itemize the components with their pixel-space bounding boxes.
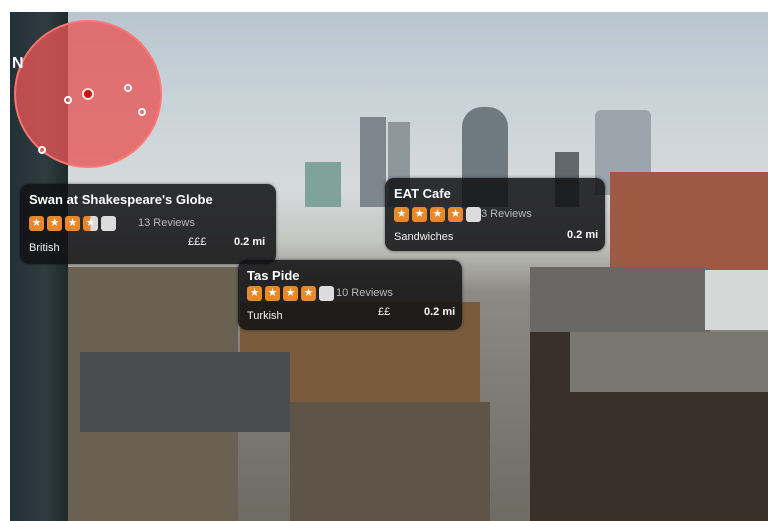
building-lower-center: [290, 402, 490, 521]
star-icon: ★: [65, 216, 80, 231]
radar-poi-marker[interactable]: [124, 84, 132, 92]
building-green: [305, 162, 341, 207]
poi-card-eat-cafe[interactable]: EAT Cafe ★ ★ ★ ★ 3 Reviews Sandwiches 0.…: [385, 178, 605, 251]
rating-stars: ★ ★ ★ ★: [29, 216, 116, 231]
radar-poi-marker[interactable]: [138, 108, 146, 116]
star-icon: ★: [247, 286, 262, 301]
distance-label: 0.2 mi: [567, 229, 599, 241]
star-icon: ★: [430, 207, 445, 222]
star-icon: ★: [301, 286, 316, 301]
star-icon: ★: [265, 286, 280, 301]
review-count: 10 Reviews: [336, 287, 393, 299]
distance-label: 0.2 mi: [234, 236, 266, 248]
poi-card-swan[interactable]: Swan at Shakespeare's Globe ★ ★ ★ ★ 13 R…: [20, 184, 276, 264]
radar-poi-marker[interactable]: [64, 96, 72, 104]
star-half-icon: ★: [83, 216, 98, 231]
building-white: [705, 270, 768, 330]
building-shard-left: [360, 117, 386, 207]
price-level: £££: [188, 236, 207, 248]
star-icon: ★: [283, 286, 298, 301]
rating-stars: ★ ★ ★ ★: [394, 207, 481, 222]
star-icon: ★: [29, 216, 44, 231]
cuisine-label: Sandwiches: [394, 231, 454, 243]
star-icon: ★: [412, 207, 427, 222]
star-icon: ★: [47, 216, 62, 231]
radar-map[interactable]: [14, 20, 162, 168]
price-level: ££: [378, 306, 391, 318]
distance-label: 0.2 mi: [424, 306, 456, 318]
star-icon: ★: [448, 207, 463, 222]
star-empty-icon: [466, 207, 481, 222]
compass-north-label: N: [12, 55, 24, 72]
cuisine-label: Turkish: [247, 310, 283, 322]
poi-name: Swan at Shakespeare's Globe: [29, 192, 213, 207]
poi-card-tas-pide[interactable]: Tas Pide ★ ★ ★ ★ 10 Reviews Turkish ££ 0…: [238, 260, 462, 330]
poi-name: EAT Cafe: [394, 186, 451, 201]
building-brick-right: [610, 172, 768, 282]
user-location-icon: [82, 88, 94, 100]
star-empty-icon: [101, 216, 116, 231]
poi-name: Tas Pide: [247, 268, 300, 283]
roof-left-units: [80, 352, 290, 432]
radar-poi-marker[interactable]: [38, 146, 46, 154]
star-empty-icon: [319, 286, 334, 301]
rating-stars: ★ ★ ★ ★: [247, 286, 334, 301]
review-count: 3 Reviews: [481, 208, 532, 220]
star-icon: ★: [394, 207, 409, 222]
review-count: 13 Reviews: [138, 217, 195, 229]
roof-right: [570, 332, 768, 392]
cuisine-label: British: [29, 242, 60, 254]
